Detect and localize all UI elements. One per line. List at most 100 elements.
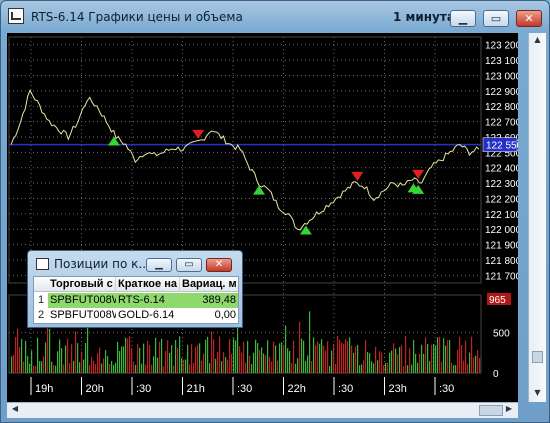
volume-bar (261, 347, 263, 373)
volume-bar (475, 355, 477, 373)
volume-bar (359, 365, 361, 373)
volume-bar (271, 361, 273, 373)
volume-bar (241, 352, 243, 373)
volume-bar (155, 337, 157, 373)
volume-bar (75, 331, 77, 373)
volume-bar (385, 362, 387, 373)
volume-bar (309, 311, 311, 373)
row-number: 2 (37, 309, 45, 321)
volume-bar (341, 342, 343, 373)
volume-bar (337, 335, 339, 373)
volume-bar (333, 343, 335, 373)
volume-bar (345, 339, 347, 373)
volume-bar (373, 363, 375, 373)
volume-bar (227, 359, 229, 373)
volume-bar (291, 362, 293, 373)
horizontal-scroll-thumb[interactable] (479, 405, 503, 416)
volume-bar (317, 341, 319, 373)
volume-bar (303, 340, 305, 373)
volume-bar (41, 361, 43, 373)
volume-bar (65, 345, 67, 373)
margin-cell: 0,00 (214, 309, 236, 321)
column-header-account[interactable]: Торговый с (48, 277, 116, 292)
volume-bar (85, 342, 87, 373)
volume-bar (225, 357, 227, 373)
volume-bar (413, 339, 415, 373)
period-label[interactable]: 1 минута (393, 10, 455, 24)
volume-bar (427, 344, 429, 373)
volume-bar (127, 338, 129, 373)
volume-bar (53, 364, 55, 373)
volume-bar (211, 331, 213, 373)
volume-bar (351, 345, 353, 373)
minimize-button[interactable]: ▁ (450, 10, 476, 27)
volume-bar (237, 321, 239, 373)
volume-bar (133, 362, 135, 373)
scroll-left-icon[interactable]: ◀ (9, 404, 21, 417)
volume-bar (179, 336, 181, 373)
volume-bar (435, 345, 437, 373)
volume-tick-label: 0 (493, 369, 499, 380)
time-tick-label: 20h (86, 383, 104, 395)
volume-bar (221, 361, 223, 373)
volume-bar (423, 353, 425, 373)
volume-bar (37, 337, 39, 373)
volume-bar (215, 358, 217, 373)
price-volume-chart[interactable]: 123 200 123 100 123 000 122 900 122 800 122 7… (7, 33, 518, 402)
scroll-right-icon[interactable]: ▶ (503, 404, 515, 417)
close-button[interactable]: ✕ (516, 10, 542, 27)
volume-bar (31, 350, 33, 373)
positions-table[interactable]: Торговый с Краткое на Вариац. м 1 SPBFUT… (33, 276, 239, 324)
time-tick-label: 23h (389, 383, 407, 395)
volume-bar (397, 354, 399, 373)
column-header-margin[interactable]: Вариац. м (180, 277, 238, 292)
price-tick-label: 122 900 (485, 87, 518, 98)
account-cell: SPBFUT008W (50, 309, 116, 321)
positions-window[interactable]: Позиции по к... ▁ ▭ ✕ Торговый с Краткое… (27, 250, 243, 328)
volume-bar (141, 363, 143, 373)
volume-bar (223, 351, 225, 373)
chart-area[interactable]: 123 200 123 100 123 000 122 900 122 800 122 7… (7, 33, 518, 402)
volume-bar (283, 345, 285, 373)
scroll-up-icon[interactable]: ▲ (532, 35, 543, 45)
vertical-scrollbar[interactable]: ▲ ▼ (528, 33, 546, 402)
price-tick-label: 122 300 (485, 179, 518, 190)
volume-bar (355, 346, 357, 373)
volume-bar (433, 343, 435, 373)
volume-bar (269, 356, 271, 373)
restore-button[interactable]: ▭ (483, 10, 509, 27)
volume-bar (479, 357, 481, 373)
positions-close-button[interactable]: ✕ (206, 258, 232, 272)
volume-bar (263, 353, 265, 373)
row-number: 1 (37, 294, 45, 306)
volume-bar (379, 351, 381, 373)
horizontal-scrollbar[interactable]: ◀ ▶ (7, 402, 518, 418)
table-row[interactable]: 1 SPBFUT008W RTS-6.14 389,48 (34, 293, 238, 308)
table-row[interactable]: 2 SPBFUT008W GOLD-6.14 0,00 (34, 308, 238, 323)
volume-bar (409, 348, 411, 373)
scroll-down-icon[interactable]: ▼ (532, 388, 543, 398)
volume-bar (353, 352, 355, 373)
volume-bar (13, 354, 15, 373)
volume-bar (407, 365, 409, 373)
volume-bar (121, 346, 123, 373)
positions-minimize-button[interactable]: ▁ (146, 258, 172, 272)
volume-bar (383, 365, 385, 373)
volume-bar (89, 365, 91, 373)
title-bar[interactable]: RTS-6.14 Графики цены и объема 1 минута … (1, 1, 549, 33)
volume-bar (81, 351, 83, 373)
volume-bar (393, 343, 395, 373)
volume-bar (457, 349, 459, 373)
vertical-scroll-thumb[interactable] (532, 351, 543, 363)
volume-bar (365, 339, 367, 373)
volume-bar (461, 345, 463, 373)
volume-bar (267, 340, 269, 373)
volume-bar (189, 364, 191, 373)
positions-restore-button[interactable]: ▭ (176, 258, 202, 272)
volume-bar (87, 327, 89, 373)
time-tick-label: 22h (288, 383, 306, 395)
volume-bar (459, 337, 461, 373)
price-tick-label: 122 400 (485, 164, 518, 175)
volume-bar (29, 363, 31, 373)
column-header-name[interactable]: Краткое на (116, 277, 180, 292)
